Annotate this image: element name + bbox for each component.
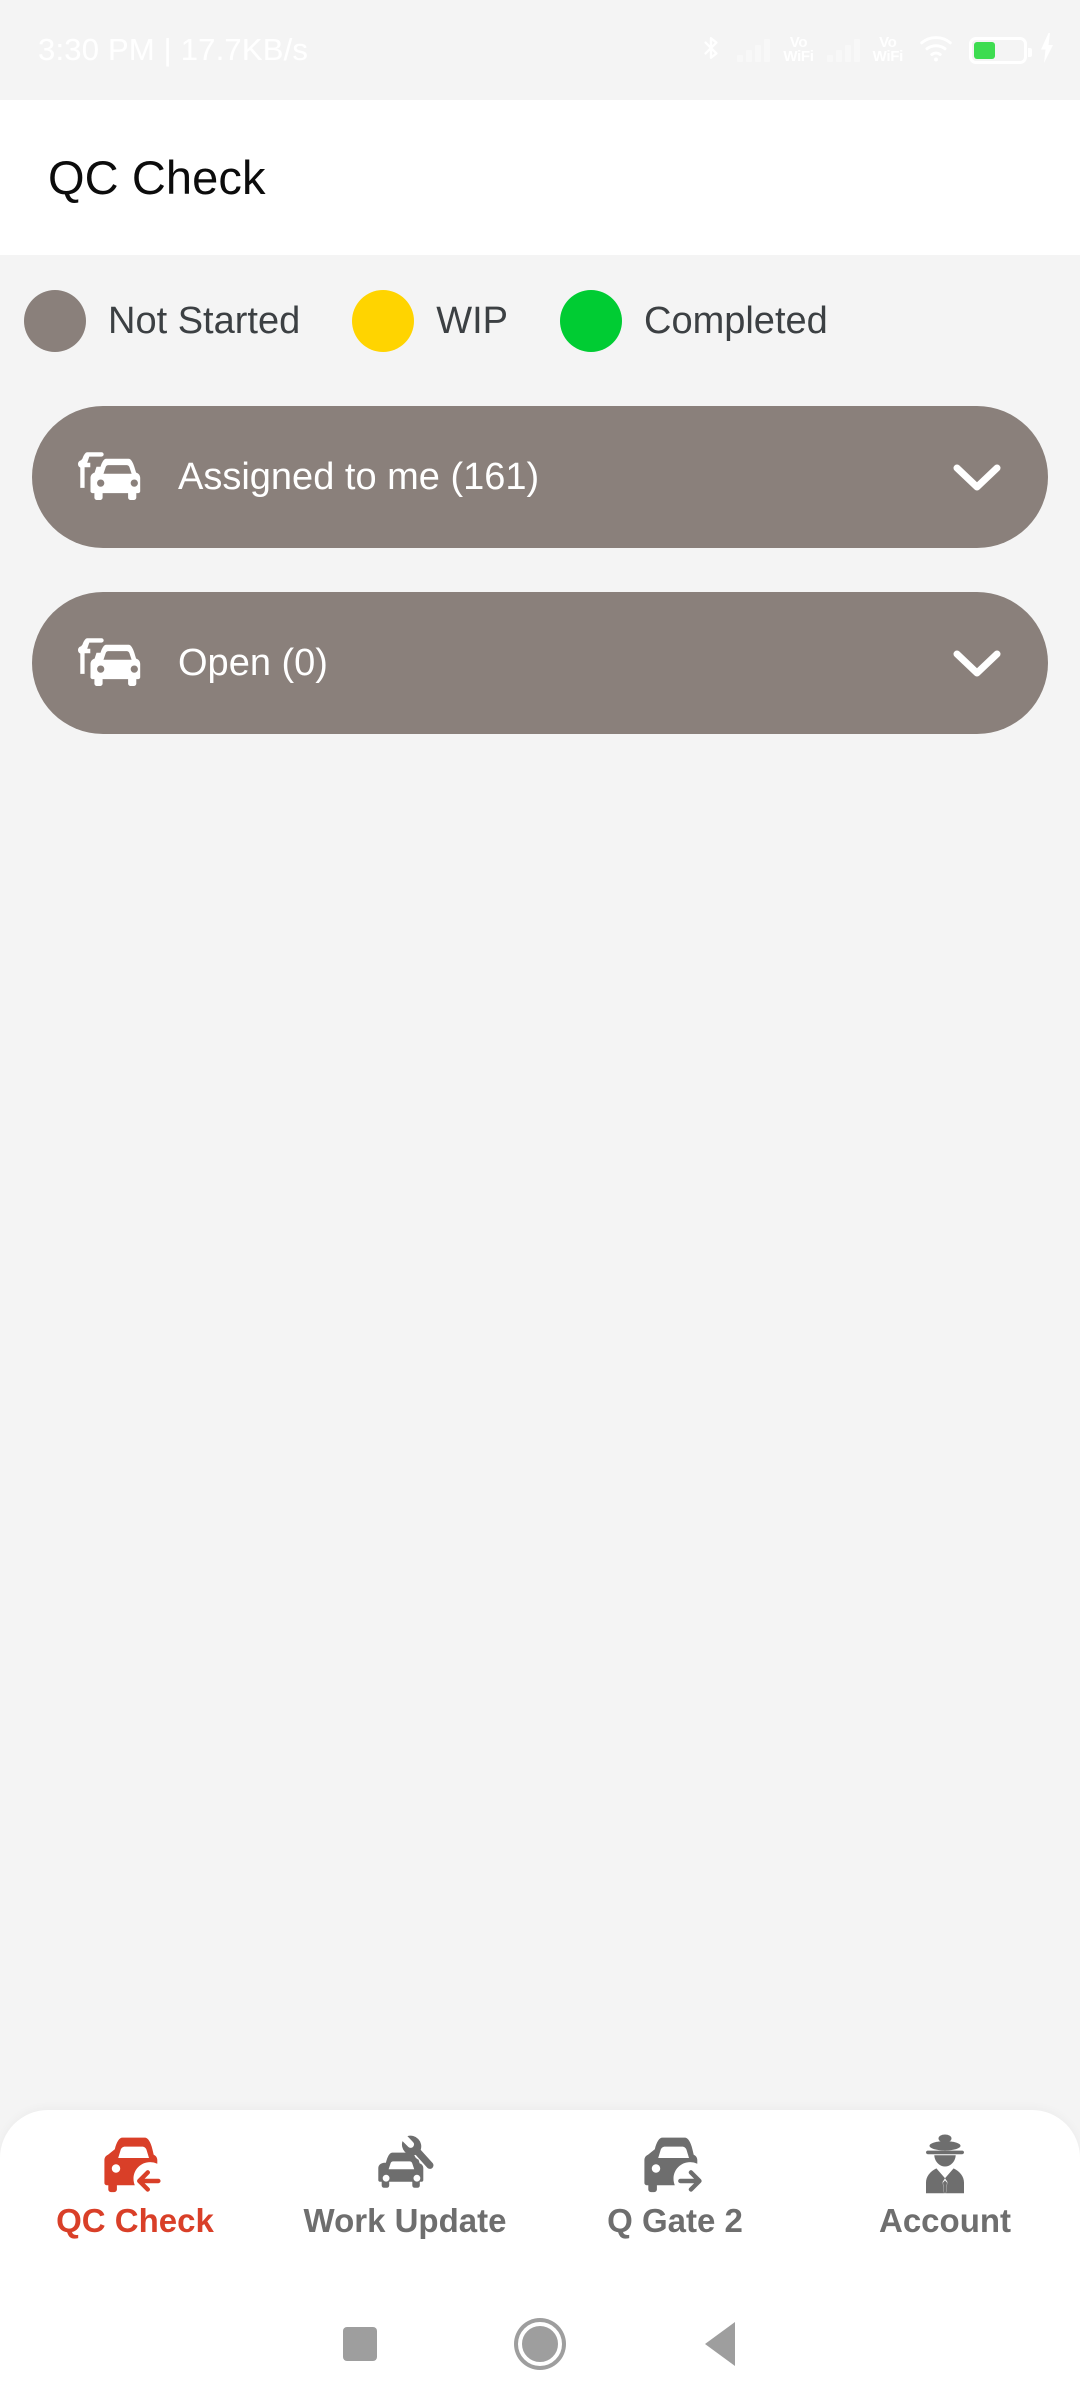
volte-line-2: WiFi: [783, 48, 814, 65]
status-bar: 3:30 PM | 17.7KB/s Vo WiFi Vo WiFi: [0, 0, 1080, 100]
main-content: Not Started WIP Completed Assigned to me…: [0, 256, 1080, 2400]
legend-dot-completed: [560, 290, 622, 352]
volte-wifi-icon: Vo WiFi: [783, 35, 814, 65]
legend-label-completed: Completed: [644, 299, 828, 342]
car-wrench-icon: [372, 2132, 438, 2194]
home-circle-icon[interactable]: [518, 2322, 562, 2366]
signal-bars-icon: [737, 38, 771, 62]
legend-label-wip: WIP: [436, 299, 508, 342]
legend-label-not-started: Not Started: [108, 299, 301, 342]
android-system-nav: [0, 2288, 1080, 2400]
two-cars-icon: [78, 635, 152, 691]
battery-fill: [974, 41, 996, 59]
signal-bars-icon: [826, 38, 860, 62]
nav-item-qc-check[interactable]: QC Check: [0, 2110, 270, 2240]
card-label-assigned-to-me: Assigned to me (161): [178, 455, 540, 498]
chevron-down-icon[interactable]: [952, 648, 1002, 678]
nav-item-q-gate-2[interactable]: Q Gate 2: [540, 2110, 810, 2240]
nav-item-work-update[interactable]: Work Update: [270, 2110, 540, 2240]
status-legend: Not Started WIP Completed: [0, 256, 1080, 352]
legend-dot-not-started: [24, 290, 86, 352]
nav-item-account[interactable]: Account: [810, 2110, 1080, 2240]
legend-dot-wip: [352, 290, 415, 352]
legend-item-not-started: Not Started: [24, 290, 300, 352]
wifi-icon: [916, 33, 956, 68]
nav-label-q-gate-2: Q Gate 2: [607, 2202, 743, 2239]
recents-button[interactable]: [270, 2327, 450, 2361]
two-cars-icon: [78, 449, 152, 505]
legend-item-completed: Completed: [560, 290, 828, 352]
back-button[interactable]: [630, 2322, 810, 2366]
driver-person-icon: [912, 2132, 978, 2194]
legend-item-wip: WIP: [352, 290, 508, 352]
nav-label-qc-check: QC Check: [56, 2202, 214, 2239]
card-label-open: Open (0): [178, 641, 328, 684]
page-title: QC Check: [48, 151, 266, 204]
battery-icon: [969, 36, 1032, 64]
card-assigned-to-me[interactable]: Assigned to me (161): [32, 406, 1048, 548]
status-icons: Vo WiFi Vo WiFi: [698, 32, 1054, 69]
app-bar: QC Check: [0, 100, 1080, 255]
volte-wifi-icon: Vo WiFi: [872, 35, 904, 65]
car-arrow-right-icon: [642, 2132, 708, 2194]
bluetooth-icon: [698, 32, 724, 69]
recents-square-icon[interactable]: [343, 2327, 377, 2361]
car-arrow-left-icon: [102, 2132, 168, 2194]
volte-line-2: WiFi: [872, 48, 904, 65]
chevron-down-icon[interactable]: [952, 462, 1002, 492]
nav-label-account: Account: [879, 2202, 1011, 2239]
bottom-navigation-bar: QC Check Work Update Q Gate 2 Account: [0, 2110, 1080, 2288]
card-open[interactable]: Open (0): [32, 592, 1048, 734]
home-button[interactable]: [450, 2322, 630, 2366]
status-time-network: 3:30 PM | 17.7KB/s: [38, 32, 309, 67]
nav-label-work-update: Work Update: [303, 2202, 507, 2239]
charging-bolt-icon: [1040, 32, 1054, 68]
back-triangle-icon[interactable]: [705, 2322, 735, 2366]
